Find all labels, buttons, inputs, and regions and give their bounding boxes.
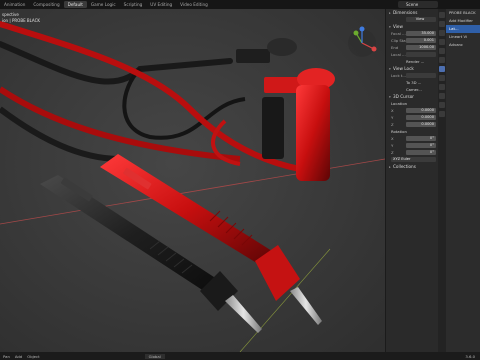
- status-object: Object: [27, 353, 40, 359]
- rotation-x-field[interactable]: 0°: [406, 135, 436, 142]
- transform-orientation-dropdown[interactable]: Global: [144, 353, 165, 359]
- rotation-y-field[interactable]: 0°: [406, 142, 436, 149]
- focal-row: Focal ... 35.000: [391, 30, 436, 37]
- render-tab-icon[interactable]: [439, 21, 445, 27]
- red-clip-body: [296, 85, 330, 181]
- scene-selector[interactable]: Scene: [398, 1, 438, 8]
- material-tab-icon[interactable]: [439, 111, 445, 117]
- focal-field[interactable]: 35.000: [406, 30, 436, 37]
- red-clip-head: [264, 77, 300, 93]
- advanced-section[interactable]: Advanc: [446, 41, 480, 49]
- black-clip-body: [262, 97, 284, 159]
- view-lock-header[interactable]: ▾ View Lock: [386, 65, 438, 72]
- location-x-row: X 0.0000: [391, 107, 436, 114]
- location-z-field[interactable]: 0.0000: [406, 121, 436, 128]
- dimensions-header[interactable]: ▸ Dimensions: [386, 9, 438, 16]
- viewport-object-label: ion | PROBE BLACK: [2, 18, 41, 23]
- lock-camera-checkbox[interactable]: Camer...: [406, 87, 422, 92]
- sidebar-n-panel: ▸ Dimensions View ▾ View Focal ... 35.000 C…: [385, 9, 438, 352]
- constraints-tab-icon[interactable]: [439, 93, 445, 99]
- view-button[interactable]: View: [406, 16, 436, 23]
- lock-camera-row: Camer...: [386, 86, 438, 93]
- tab-animation[interactable]: Animation: [0, 1, 29, 8]
- clip-start-row: Clip Start0.001: [391, 37, 436, 44]
- physics-tab-icon[interactable]: [439, 84, 445, 90]
- modifier-name[interactable]: Lat...: [446, 25, 480, 33]
- render-region-checkbox[interactable]: Render ...: [406, 59, 424, 64]
- viewport-scene: [0, 9, 385, 352]
- location-label-row: Location: [391, 101, 408, 106]
- tab-compositing[interactable]: Compositing: [29, 1, 63, 8]
- data-tab-icon[interactable]: [439, 102, 445, 108]
- 3d-cursor-header[interactable]: ▾ 3D Cursor: [386, 93, 438, 100]
- tab-game-logic[interactable]: Game Logic: [87, 1, 120, 8]
- tool-tab-icon[interactable]: [439, 12, 445, 18]
- viewport-mode-label: spective: [2, 12, 19, 17]
- collections-header[interactable]: ▸ Collections: [386, 163, 438, 170]
- location-y-row: Y 0.0000: [391, 114, 436, 121]
- rotation-mode-dropdown[interactable]: XYZ Euler: [391, 156, 436, 163]
- properties-editor: PROBE BLACK Add Modifier Lat... Lineart …: [446, 9, 480, 352]
- status-pan: Pan: [3, 353, 10, 359]
- location-x-field[interactable]: 0.0000: [406, 107, 436, 114]
- modifier-tab-icon[interactable]: [439, 66, 445, 72]
- particles-tab-icon[interactable]: [439, 75, 445, 81]
- tab-default[interactable]: Default: [63, 1, 87, 8]
- lock-object-row: Lock t...: [386, 72, 438, 79]
- scene-tab-icon[interactable]: [439, 39, 445, 45]
- clip-end-row: End 1000.00: [391, 44, 436, 51]
- tab-uv-editing[interactable]: UV Editing: [146, 1, 176, 8]
- rotation-z-field[interactable]: 0°: [406, 149, 436, 156]
- object-tab-icon[interactable]: [439, 57, 445, 63]
- clip-end-field[interactable]: 1000.00: [406, 44, 436, 51]
- status-add: Add: [14, 353, 23, 359]
- black-clip-cap: [267, 38, 297, 56]
- lock-to-3d-row: To 3D ...: [386, 79, 438, 86]
- local-camera-field[interactable]: [406, 51, 436, 58]
- rotation-mode-row: XYZ Euler: [386, 156, 438, 163]
- tab-video-editing[interactable]: Video Editing: [176, 1, 212, 8]
- black-clip-head: [236, 49, 270, 63]
- 3d-viewport[interactable]: spective ion | PROBE BLACK: [0, 9, 385, 352]
- rotation-z-row: Z 0°: [391, 149, 436, 156]
- lineart-field[interactable]: Lineart Vi: [446, 33, 480, 41]
- workspace-tab-bar: Animation Compositing Default Game Logic…: [0, 0, 480, 9]
- properties-object-name: PROBE BLACK: [449, 10, 476, 15]
- status-bar: Pan Add Object Global 3.6.0: [0, 352, 480, 360]
- location-z-row: Z 0.0000: [391, 121, 436, 128]
- location-y-field[interactable]: 0.0000: [406, 114, 436, 121]
- rotation-x-row: X 0°: [391, 135, 436, 142]
- clip-start-field[interactable]: 0.001: [406, 37, 436, 44]
- rotation-y-row: Y 0°: [391, 142, 436, 149]
- rotation-label-row: Rotation: [391, 129, 407, 134]
- properties-tab-strip: [438, 9, 446, 352]
- view-header[interactable]: ▾ View: [386, 23, 438, 30]
- output-tab-icon[interactable]: [439, 30, 445, 36]
- local-camera-row: Local ...: [386, 51, 438, 58]
- world-tab-icon[interactable]: [439, 48, 445, 54]
- lock-to-3d-checkbox[interactable]: To 3D ...: [406, 80, 421, 85]
- tab-scripting[interactable]: Scripting: [120, 1, 147, 8]
- view-row: View: [386, 16, 438, 23]
- lock-object-field[interactable]: [406, 72, 436, 79]
- version-label: 3.6.0: [465, 353, 475, 359]
- add-modifier-button[interactable]: Add Modifier: [446, 17, 480, 25]
- render-region-row: Render ...: [386, 58, 438, 65]
